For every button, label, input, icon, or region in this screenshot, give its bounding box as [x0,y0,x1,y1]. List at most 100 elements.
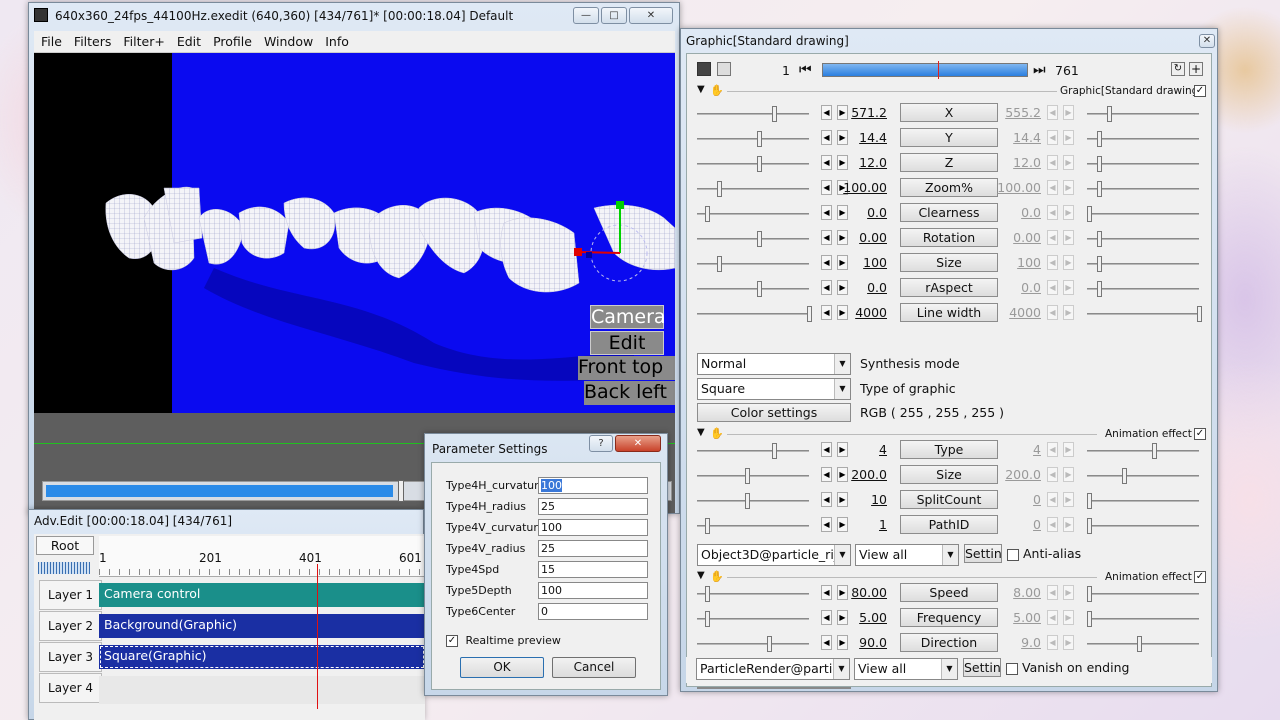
anim-script-select-2[interactable]: ParticleRender@particle ▼ [696,658,850,680]
decrement-icon[interactable]: ◀ [1047,492,1058,507]
right-slider[interactable] [1087,468,1199,484]
decrement-icon[interactable]: ◀ [1047,517,1058,532]
dialog-close-icon[interactable]: ✕ [615,435,661,452]
right-slider[interactable] [1087,281,1199,297]
right-slider-thumb[interactable] [1087,493,1092,509]
decrement-icon[interactable]: ◀ [821,155,832,170]
left-slider[interactable] [697,206,809,222]
decrement-icon[interactable]: ◀ [821,180,832,195]
left-slider-thumb[interactable] [757,281,762,297]
left-slider-thumb[interactable] [717,256,722,272]
decrement-icon[interactable]: ◀ [821,255,832,270]
start-value[interactable]: 12.0 [843,155,887,170]
right-slider[interactable] [1087,611,1199,627]
increment-icon[interactable]: ▶ [1063,635,1074,650]
start-value[interactable]: 100 [843,255,887,270]
param-input-5[interactable]: 15 [538,561,648,578]
left-slider-thumb[interactable] [807,306,812,322]
increment-icon[interactable]: ▶ [1063,517,1074,532]
param-input-6[interactable]: 100 [538,582,648,599]
right-slider-thumb[interactable] [1097,131,1102,147]
setting-button-2[interactable]: Setting [963,658,1001,677]
increment-icon[interactable]: ▶ [1063,230,1074,245]
right-slider[interactable] [1087,443,1199,459]
end-value[interactable]: 4000 [997,305,1041,320]
menu-info[interactable]: Info [325,34,349,49]
increment-icon[interactable]: ▶ [1063,492,1074,507]
first-frame-icon[interactable]: ⏮ [799,62,812,78]
right-slider[interactable] [1087,518,1199,534]
decrement-icon[interactable]: ◀ [821,585,832,600]
param-button[interactable]: SplitCount [900,490,998,509]
type-select[interactable]: Square ▼ [697,378,851,400]
left-slider[interactable] [697,281,809,297]
right-slider[interactable] [1087,131,1199,147]
right-slider-thumb[interactable] [1137,636,1142,652]
right-slider-thumb[interactable] [1122,468,1127,484]
layer-2-label[interactable]: Layer 2 [39,611,102,641]
end-value[interactable]: 0.00 [997,230,1041,245]
param-button[interactable]: PathID [900,515,998,534]
increment-icon[interactable]: ▶ [1063,280,1074,295]
left-slider-thumb[interactable] [767,636,772,652]
vanish-checkbox[interactable]: Vanish on ending [1006,660,1129,675]
param-button[interactable]: Zoom% [900,178,998,197]
layer-3-label[interactable]: Layer 3 [39,642,102,672]
menu-filter-plus[interactable]: Filter+ [123,34,164,49]
decrement-icon[interactable]: ◀ [1047,280,1058,295]
seek-thumb[interactable] [397,480,404,502]
decrement-icon[interactable]: ◀ [821,517,832,532]
start-value[interactable]: 80.00 [843,585,887,600]
end-value[interactable]: 0 [997,492,1041,507]
increment-icon[interactable]: ▶ [1063,205,1074,220]
end-value[interactable]: 14.4 [997,130,1041,145]
camera-toggle-icon[interactable] [717,62,731,76]
decrement-icon[interactable]: ◀ [1047,105,1058,120]
end-value[interactable]: 8.00 [997,585,1041,600]
right-slider[interactable] [1087,206,1199,222]
right-slider[interactable] [1087,586,1199,602]
end-value[interactable]: 0.0 [997,280,1041,295]
color-settings-button[interactable]: Color settings [697,403,851,422]
right-slider-thumb[interactable] [1097,181,1102,197]
decrement-icon[interactable]: ◀ [821,230,832,245]
param-input-7[interactable]: 0 [538,603,648,620]
menu-filters[interactable]: Filters [74,34,111,49]
zoom-gauge[interactable] [38,562,90,574]
param-input-3[interactable]: 100 [538,519,648,536]
end-value[interactable]: 100.00 [997,180,1041,195]
end-value[interactable]: 100 [997,255,1041,270]
right-slider-thumb[interactable] [1107,106,1112,122]
collapse-icon-3[interactable]: ▼ [697,570,705,581]
left-slider-thumb[interactable] [705,206,710,222]
close-icon[interactable]: ✕ [629,7,673,24]
layer-1-label[interactable]: Layer 1 [39,580,102,610]
left-slider-thumb[interactable] [705,586,710,602]
menu-profile[interactable]: Profile [213,34,252,49]
start-value[interactable]: 200.0 [843,467,887,482]
decrement-icon[interactable]: ◀ [1047,255,1058,270]
param-button[interactable]: Speed [900,583,998,602]
right-slider-thumb[interactable] [1087,206,1092,222]
right-slider-thumb[interactable] [1097,281,1102,297]
cancel-button[interactable]: Cancel [552,657,636,678]
increment-icon[interactable]: ▶ [1063,585,1074,600]
anim-script-select-1[interactable]: Object3D@particle_ri_ve ▼ [697,544,851,566]
start-value[interactable]: 10 [843,492,887,507]
increment-icon[interactable]: ▶ [1063,130,1074,145]
right-slider-thumb[interactable] [1097,231,1102,247]
playhead[interactable] [317,564,318,709]
decrement-icon[interactable]: ◀ [821,130,832,145]
left-slider-thumb[interactable] [745,468,750,484]
minimize-icon[interactable]: — [573,7,599,24]
right-slider[interactable] [1087,231,1199,247]
right-slider[interactable] [1087,256,1199,272]
end-value[interactable]: 555.2 [997,105,1041,120]
left-slider[interactable] [697,611,809,627]
param-button[interactable]: X [900,103,998,122]
left-slider-thumb[interactable] [757,156,762,172]
clip-camera-control[interactable]: Camera control [99,583,425,607]
left-slider-thumb[interactable] [772,443,777,459]
graphic-close-icon[interactable]: ✕ [1199,34,1215,48]
end-value[interactable]: 5.00 [997,610,1041,625]
